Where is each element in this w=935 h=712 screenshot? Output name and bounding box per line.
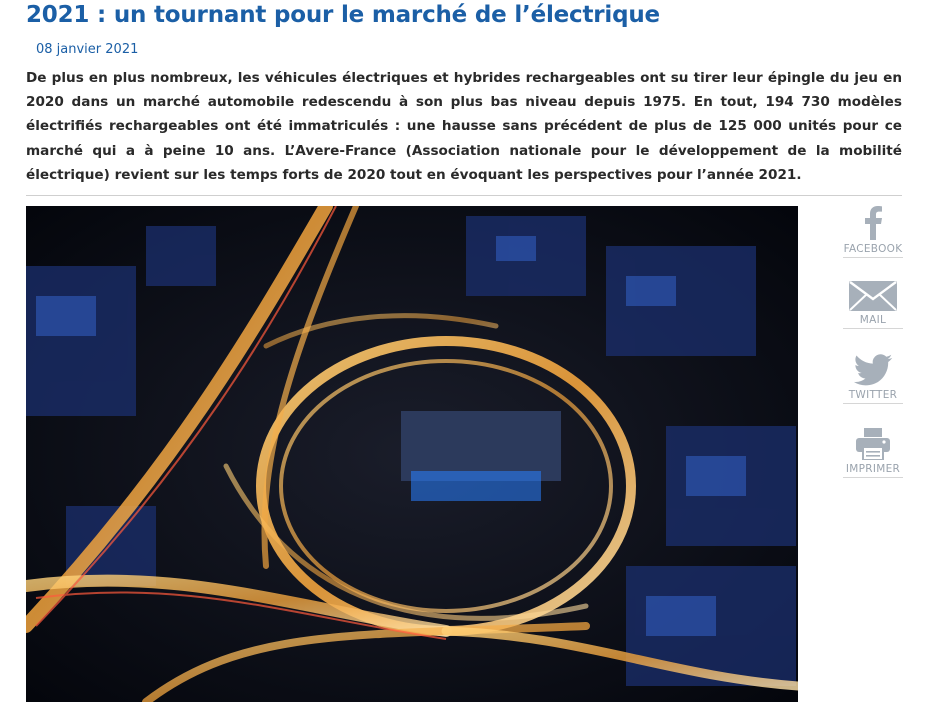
share-mail-button[interactable]: MAIL xyxy=(843,281,903,329)
print-button[interactable]: IMPRIMER xyxy=(843,428,903,478)
mail-envelope-icon xyxy=(849,281,897,311)
share-facebook-button[interactable]: FACEBOOK xyxy=(843,206,903,258)
article-date: 08 janvier 2021 xyxy=(36,42,139,57)
share-twitter-button[interactable]: TWITTER xyxy=(843,354,903,404)
printer-icon xyxy=(856,428,890,460)
article-intro: De plus en plus nombreux, les véhicules … xyxy=(26,70,902,183)
article-photo xyxy=(26,206,798,702)
divider xyxy=(26,195,902,196)
print-label: IMPRIMER xyxy=(843,463,903,478)
twitter-bird-icon xyxy=(853,354,893,386)
facebook-icon xyxy=(865,206,882,240)
article-title: 2021 : un tournant pour le marché de l’é… xyxy=(26,2,660,28)
share-twitter-label: TWITTER xyxy=(843,389,903,404)
share-facebook-label: FACEBOOK xyxy=(843,243,903,258)
share-mail-label: MAIL xyxy=(843,314,903,329)
